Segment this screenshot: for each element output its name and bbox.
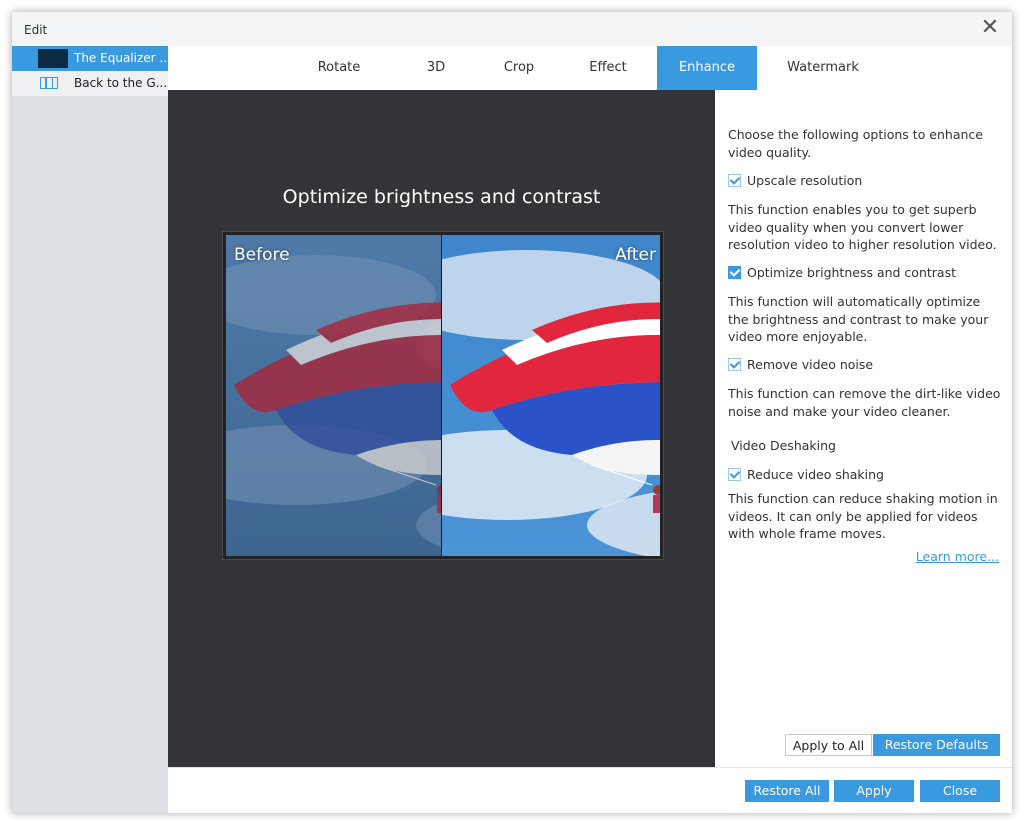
optimize-brightness-description: This function will automatically optimiz…	[728, 294, 989, 344]
tab-rotate[interactable]: Rotate	[298, 46, 380, 90]
tab-watermark[interactable]: Watermark	[773, 46, 873, 90]
restore-all-button[interactable]: Restore All	[745, 780, 829, 802]
upscale-resolution-description: This function enables you to get superb …	[728, 202, 997, 252]
remove-noise-description: This function can remove the dirt-like v…	[728, 386, 1001, 419]
before-label: Before	[234, 245, 290, 265]
apply-to-all-button[interactable]: Apply to All	[785, 734, 872, 756]
film-icon	[40, 77, 58, 89]
footer-bar: Restore All Apply Close	[168, 767, 1012, 813]
tab-enhance[interactable]: Enhance	[657, 46, 757, 90]
enhance-options-panel: Choose the following options to enhance …	[715, 90, 1012, 767]
upscale-resolution-checkbox[interactable]	[728, 174, 741, 187]
edit-window: Edit ✕ The Equalizer ... Back to the G..…	[12, 12, 1012, 813]
edit-tabs: Rotate 3D Crop Effect Enhance Watermark	[168, 46, 1012, 90]
tab-effect[interactable]: Effect	[568, 46, 648, 90]
close-icon[interactable]: ✕	[978, 16, 1002, 40]
restore-defaults-button[interactable]: Restore Defaults	[873, 734, 1000, 756]
file-list-sidebar: The Equalizer ... Back to the G...	[12, 46, 168, 813]
before-image: Before	[226, 235, 441, 556]
sidebar-item-the-equalizer[interactable]: The Equalizer ...	[12, 46, 168, 71]
upscale-resolution-label: Upscale resolution	[747, 173, 863, 188]
tab-crop[interactable]: Crop	[478, 46, 560, 90]
apply-button[interactable]: Apply	[834, 780, 914, 802]
reduce-shaking-checkbox[interactable]	[728, 468, 741, 481]
window-title: Edit	[24, 23, 48, 37]
optimize-brightness-checkbox[interactable]	[728, 266, 741, 279]
intro-text: Choose the following options to enhance …	[728, 127, 983, 160]
video-thumbnail-icon	[38, 49, 68, 68]
sidebar-item-label: Back to the G...	[74, 76, 168, 90]
before-after-comparison: Before After	[222, 231, 664, 560]
after-label: After	[615, 245, 656, 265]
preview-title: Optimize brightness and contrast	[282, 186, 601, 208]
video-deshaking-heading: Video Deshaking	[731, 438, 836, 453]
learn-more-link[interactable]: Learn more...	[916, 549, 999, 564]
remove-noise-checkbox[interactable]	[728, 358, 741, 371]
sidebar-item-label: The Equalizer ...	[74, 51, 168, 65]
title-bar: Edit ✕	[12, 12, 1012, 46]
optimize-brightness-label: Optimize brightness and contrast	[747, 265, 956, 280]
close-button[interactable]: Close	[920, 780, 1000, 802]
sidebar-item-back-to-the-g[interactable]: Back to the G...	[12, 71, 168, 96]
after-image: After	[442, 235, 660, 556]
preview-area: Optimize brightness and contrast Before …	[168, 90, 715, 767]
tab-3d[interactable]: 3D	[396, 46, 476, 90]
reduce-shaking-label: Reduce video shaking	[747, 467, 884, 482]
reduce-shaking-description: This function can reduce shaking motion …	[728, 491, 998, 541]
remove-noise-label: Remove video noise	[747, 357, 874, 372]
